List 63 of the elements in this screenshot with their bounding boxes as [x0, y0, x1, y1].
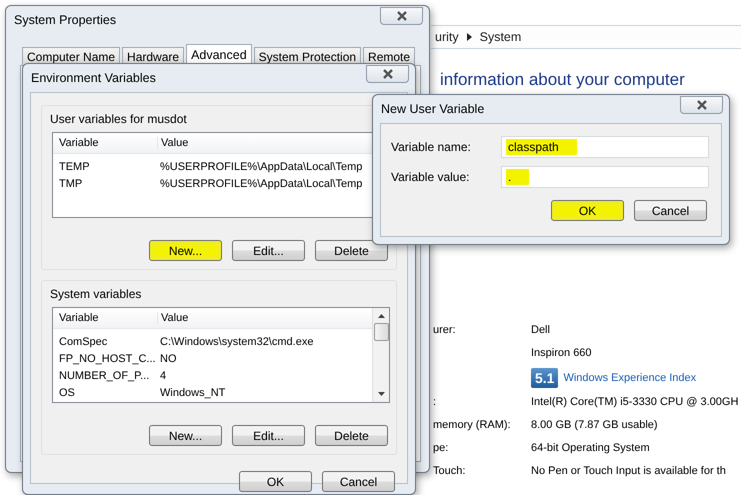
close-icon [696, 100, 708, 110]
variable-name-cell[interactable]: TEMP [56, 160, 157, 172]
breadcrumb-arrow-icon [466, 33, 472, 41]
group-label: System variables [50, 287, 142, 301]
input-field[interactable]: classpath [501, 136, 709, 158]
column-header[interactable]: Variable [56, 137, 157, 149]
info-value: Intel(R) Core(TM) i5-3330 CPU @ 3.00GH [531, 395, 738, 410]
tab[interactable]: Advanced [186, 44, 252, 65]
group-label: User variables for musdot [50, 112, 188, 126]
info-label: pe: [433, 441, 450, 456]
close-icon [396, 11, 408, 21]
info-value: Dell [531, 323, 551, 338]
variable-name-cell[interactable]: TMP [56, 178, 157, 190]
dialog-button[interactable]: Edit... [232, 425, 305, 446]
dialog-button[interactable]: New... [149, 240, 222, 261]
scroll-up-icon[interactable] [378, 314, 384, 318]
dialog-button[interactable]: Cancel [634, 200, 707, 221]
info-label: : [433, 395, 438, 410]
window-title: System Properties [14, 13, 116, 27]
field-label: Variable name: [391, 140, 472, 154]
variable-value-cell[interactable]: Windows_NT [157, 386, 372, 398]
info-value: Inspiron 660 [531, 346, 593, 361]
variable-value-cell[interactable]: C:\Windows\system32\cmd.exe [157, 336, 372, 348]
info-value: 64-bit Operating System [531, 441, 651, 456]
window-title: Environment Variables [31, 71, 156, 85]
variable-name-cell[interactable]: FP_NO_HOST_C... [56, 352, 157, 364]
scrollbar[interactable] [372, 308, 389, 402]
dialog-button[interactable]: OK [551, 200, 624, 221]
scroll-thumb[interactable] [374, 323, 388, 341]
close-button[interactable] [366, 65, 409, 83]
info-label: memory (RAM): [433, 418, 512, 433]
close-button[interactable] [680, 96, 723, 114]
variables-list[interactable]: Variable Value ComSpec C:\Windows\system32\cmd.exe FP_NO_HOST_C... NO NUMBER_OF_P... 4 OS Windows_NT [52, 307, 390, 403]
info-value: No Pen or Touch Input is available for th [531, 464, 727, 479]
close-icon [382, 69, 394, 79]
rating-badge[interactable]: 5.1 [531, 368, 558, 388]
tab[interactable]: Computer Name [22, 47, 120, 65]
dialog-button[interactable]: Edit... [232, 240, 305, 261]
input-field[interactable]: . [501, 166, 709, 188]
dialog-button[interactable]: Delete [315, 240, 388, 261]
page-heading: information about your computer [440, 70, 685, 90]
experience-index-link[interactable]: Windows Experience Index [563, 370, 696, 386]
info-label: Touch: [433, 464, 466, 479]
close-button[interactable] [380, 7, 423, 25]
column-header[interactable]: Variable [56, 312, 157, 324]
variable-name-cell[interactable]: NUMBER_OF_P... [56, 370, 157, 382]
info-label: urer: [433, 323, 457, 338]
dialog-button[interactable]: OK [239, 471, 312, 492]
info-value: 8.00 GB (7.87 GB usable) [531, 418, 659, 433]
dialog-button[interactable]: New... [149, 425, 222, 446]
field-label: Variable value: [391, 170, 470, 184]
address-bar[interactable]: urity System [431, 25, 741, 49]
scroll-down-icon[interactable] [378, 392, 384, 396]
breadcrumb-item[interactable]: urity [435, 30, 459, 44]
dialog-button[interactable]: Delete [315, 425, 388, 446]
breadcrumb-item[interactable]: System [480, 30, 522, 44]
window-title: New User Variable [381, 102, 484, 116]
variable-name-cell[interactable]: ComSpec [56, 336, 157, 348]
variable-value-cell[interactable]: NO [157, 352, 372, 364]
tab[interactable]: Remote [363, 47, 416, 65]
variable-value-cell[interactable]: 4 [157, 370, 372, 382]
dialog-button[interactable]: Cancel [322, 471, 395, 492]
variable-name-cell[interactable]: OS [56, 386, 157, 398]
